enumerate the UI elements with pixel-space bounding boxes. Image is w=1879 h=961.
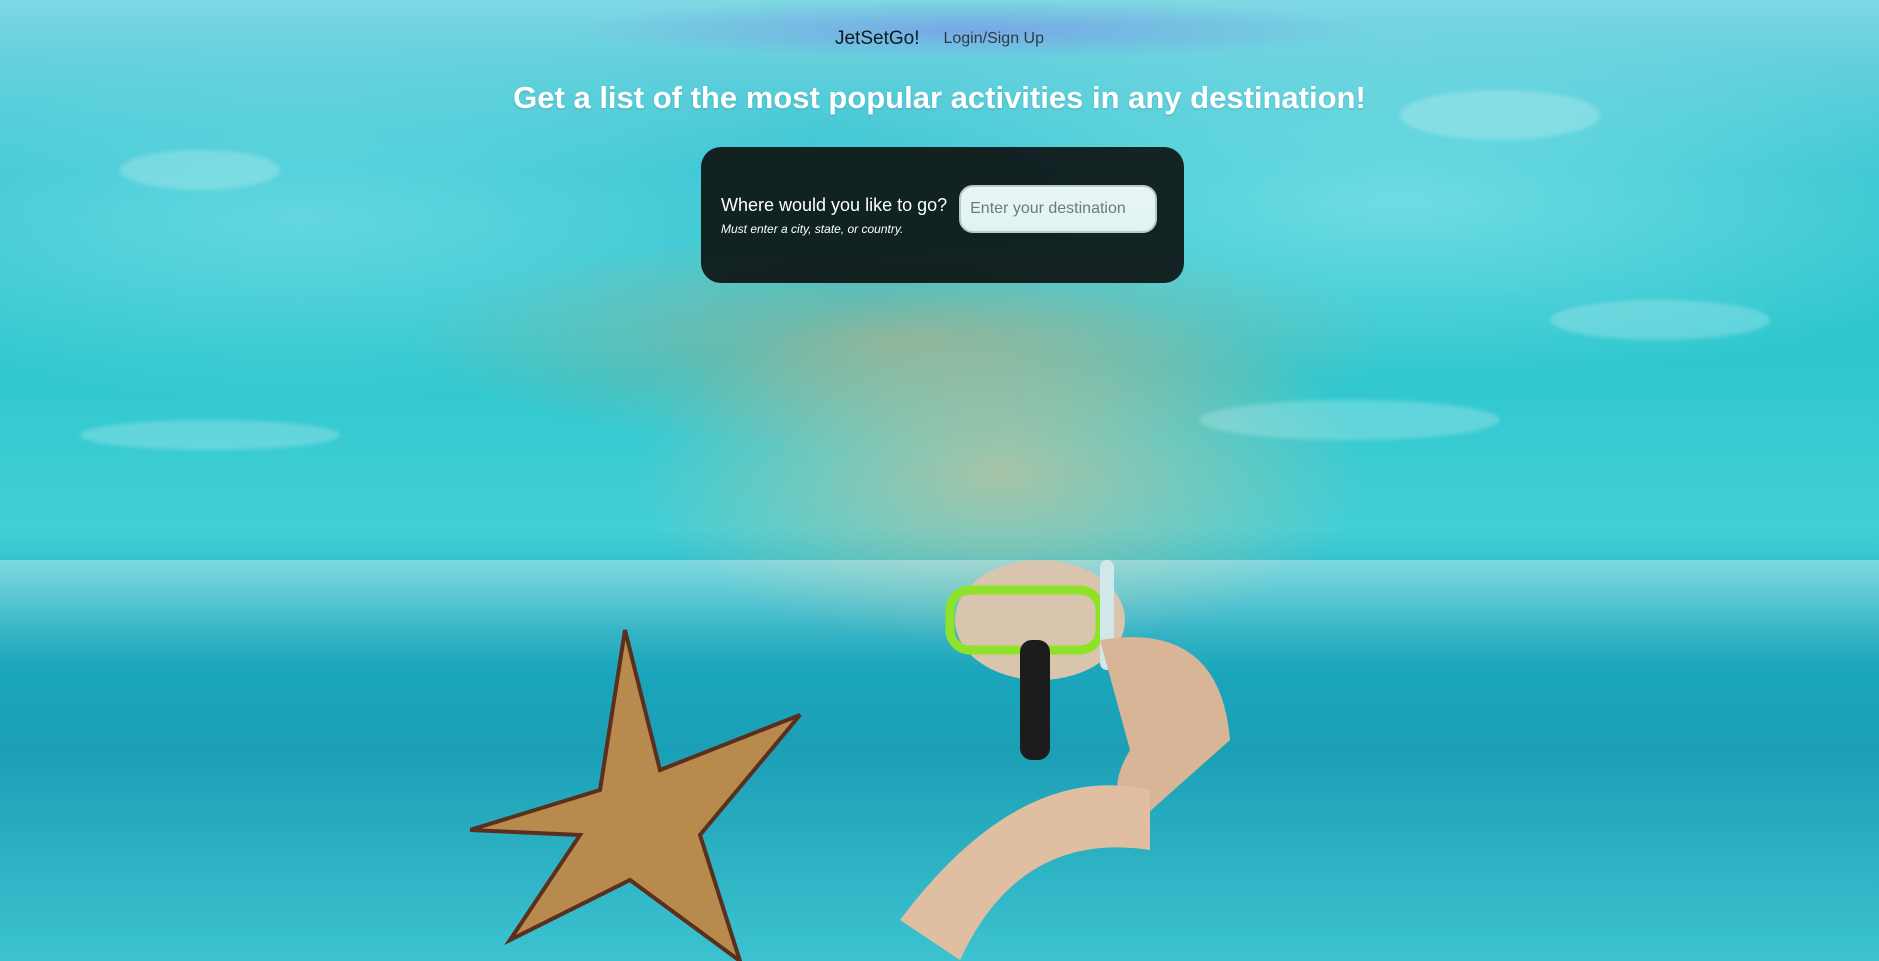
background-ripple [1550,300,1770,340]
background-ripple [120,150,280,190]
destination-hint: Must enter a city, state, or country. [721,221,904,236]
search-prompt: Where would you like to go? Must enter a… [721,195,947,236]
brand-link[interactable]: JetSetGo! [835,28,920,50]
background-ripple [80,420,340,450]
login-signup-link[interactable]: Login/Sign Up [943,30,1044,48]
destination-input[interactable] [959,185,1158,233]
background-ripple [1200,400,1500,440]
starfish-image [470,629,802,961]
top-nav: JetSetGo! Login/Sign Up [0,28,1879,50]
snorkeler-image [900,560,1230,960]
landing-page: JetSetGo! Login/Sign Up Get a list of th… [0,0,1879,961]
destination-search-card: Where would you like to go? Must enter a… [701,147,1184,283]
destination-question: Where would you like to go? [721,194,948,215]
page-headline: Get a list of the most popular activitie… [513,80,1366,115]
